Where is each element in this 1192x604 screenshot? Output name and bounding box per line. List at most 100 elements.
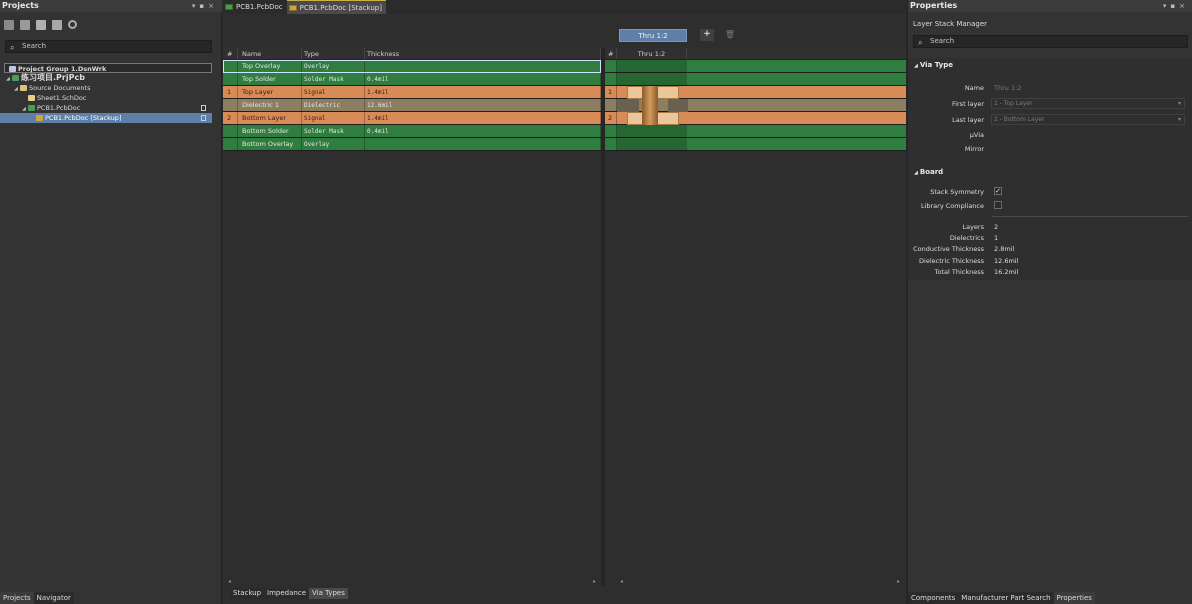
open-folder-icon[interactable] xyxy=(36,20,46,30)
scroll-left-arrow[interactable]: ◂ xyxy=(228,578,231,586)
stackup-doc-icon xyxy=(36,115,43,121)
library-compliance-checkbox[interactable] xyxy=(994,201,1002,209)
gear-icon[interactable] xyxy=(68,20,77,29)
layer-type: Solder Mask xyxy=(302,125,365,138)
properties-panel-header: Properties ▾▪× xyxy=(908,0,1192,12)
layer-row[interactable]: 2 Bottom Layer Signal 1.4mil xyxy=(223,112,601,125)
save-all-icon[interactable] xyxy=(20,20,30,30)
projects-search-input[interactable]: ⌕ Search xyxy=(5,40,212,53)
via-row[interactable] xyxy=(605,138,906,151)
projects-panel-header: Projects ▾▪× xyxy=(0,0,222,12)
layer-row[interactable]: Bottom Solder Solder Mask 0.4mil xyxy=(223,125,601,138)
projects-panel: Projects ▾▪× ⌕ Search Project Group 1.Ds… xyxy=(0,0,222,604)
layer-row[interactable]: Dielectric 1 Dielectric 12.6mil xyxy=(223,99,601,112)
properties-panel: Properties ▾▪× Layer Stack Manager ⌕ Sea… xyxy=(907,0,1192,604)
properties-subtitle: Layer Stack Manager xyxy=(913,20,988,28)
chevron-down-icon: ◢ xyxy=(914,170,918,176)
layer-thickness: 1.4mil xyxy=(365,112,601,125)
total-thickness: 16.2mil xyxy=(994,268,1019,276)
col-type[interactable]: Type xyxy=(302,48,365,60)
tree-item-project[interactable]: ◢ 练习项目.PrjPcb xyxy=(0,73,220,83)
chevron-down-icon: ▾ xyxy=(1177,116,1181,123)
projects-panel-title: Projects xyxy=(2,1,39,10)
layer-thickness: 0.4mil xyxy=(365,125,601,138)
via-column-header[interactable]: Thru 1:2 xyxy=(617,48,687,59)
stack-symmetry-checkbox[interactable]: ✓ xyxy=(994,187,1002,195)
pin-icon[interactable]: ▪ xyxy=(199,2,208,10)
search-icon: ⌕ xyxy=(918,38,923,47)
layer-row[interactable]: Top Overlay Overlay xyxy=(223,60,601,73)
workspace-icon xyxy=(9,66,16,72)
section-via-type[interactable]: ◢ Via Type xyxy=(914,61,953,69)
layer-name: Bottom Solder xyxy=(238,125,302,138)
save-icon[interactable] xyxy=(4,20,14,30)
layer-row[interactable]: Bottom Overlay Overlay xyxy=(223,138,601,151)
projects-bottom-tabs: Projects Navigator xyxy=(0,592,74,604)
via-dielectric-right xyxy=(668,99,688,112)
document-tabs: PCB1.PcbDoc PCB1.PcbDoc [Stackup] xyxy=(223,0,906,14)
close-icon[interactable]: × xyxy=(1179,2,1189,10)
tab-navigator[interactable]: Navigator xyxy=(34,592,74,604)
pcb-doc-icon xyxy=(28,105,35,111)
tree-item-stackup[interactable]: PCB1.PcbDoc [Stackup] xyxy=(0,113,212,123)
tree-item-project-group[interactable]: Project Group 1.DsnWrk xyxy=(4,63,212,73)
properties-search-input[interactable]: ⌕ Search xyxy=(913,35,1188,48)
chevron-down-icon: ◢ xyxy=(914,63,918,69)
layer-type: Solder Mask xyxy=(302,73,365,86)
tab-stackup-doc[interactable]: PCB1.PcbDoc [Stackup] xyxy=(286,0,386,14)
last-layer-select[interactable]: 2 - Bottom Layer ▾ xyxy=(991,114,1185,125)
layer-name: Bottom Overlay xyxy=(238,138,302,151)
col-num[interactable]: # xyxy=(223,48,238,60)
tab-impedance[interactable]: Impedance xyxy=(264,588,310,599)
chevron-down-icon: ▾ xyxy=(1177,100,1181,107)
delete-via-icon[interactable]: 🗑 xyxy=(724,29,736,41)
col-thickness[interactable]: Thickness xyxy=(365,48,601,60)
first-layer-select[interactable]: 1 - Top Layer ▾ xyxy=(991,98,1185,109)
add-via-button[interactable]: + xyxy=(700,29,714,41)
stackup-bottom-tabs: Stackup Impedance Via Types xyxy=(230,588,348,599)
tree-item-source-documents[interactable]: ◢ Source Documents xyxy=(0,83,220,93)
layer-grid: # Name Type Thickness Top Overlay Overla… xyxy=(223,48,601,151)
layer-name: Bottom Layer xyxy=(238,112,302,125)
via-scroll-right-arrow[interactable]: ▸ xyxy=(897,578,900,586)
layer-thickness: 1.4mil xyxy=(365,86,601,99)
col-name[interactable]: Name xyxy=(238,48,302,60)
schematic-doc-icon xyxy=(28,95,35,101)
via-name-field[interactable]: Thru 1:2 xyxy=(994,84,1021,92)
tree-item-pcbdoc[interactable]: ◢ PCB1.PcbDoc xyxy=(0,103,220,113)
layer-type: Overlay xyxy=(302,138,365,151)
layer-name: Top Layer xyxy=(238,86,302,99)
scroll-right-arrow[interactable]: ▸ xyxy=(593,578,596,586)
dielectrics-count: 1 xyxy=(994,234,999,242)
via-row[interactable] xyxy=(605,125,906,138)
layer-name: Top Overlay xyxy=(238,60,302,73)
layer-row[interactable]: Top Solder Solder Mask 0.4mil xyxy=(223,73,601,86)
via-dielectric-left xyxy=(617,99,639,112)
search-icon: ⌕ xyxy=(10,43,15,52)
tab-stackup[interactable]: Stackup xyxy=(230,588,265,599)
layer-type: Signal xyxy=(302,86,365,99)
via-scroll-left-arrow[interactable]: ◂ xyxy=(620,578,623,586)
layer-type: Signal xyxy=(302,112,365,125)
section-board[interactable]: ◢ Board xyxy=(914,168,943,176)
tab-via-types[interactable]: Via Types xyxy=(309,588,348,599)
tab-projects[interactable]: Projects xyxy=(0,592,34,604)
via-row[interactable] xyxy=(605,73,906,86)
tab-pcb-doc[interactable]: PCB1.PcbDoc xyxy=(223,0,287,14)
close-icon[interactable]: × xyxy=(208,2,218,10)
layer-row[interactable]: 1 Top Layer Signal 1.4mil xyxy=(223,86,601,99)
tab-manufacturer-part-search[interactable]: Manufacturer Part Search xyxy=(958,592,1053,604)
layer-grid-header: # Name Type Thickness xyxy=(223,48,601,60)
project-tree: Project Group 1.DsnWrk ◢ 练习项目.PrjPcb ◢ Sou… xyxy=(0,63,220,123)
layer-thickness xyxy=(365,60,601,73)
layer-name: Dielectric 1 xyxy=(238,99,302,112)
via-row[interactable] xyxy=(605,60,906,73)
pin-icon[interactable]: ▪ xyxy=(1170,2,1179,10)
tab-components[interactable]: Components xyxy=(908,592,958,604)
project-folder-icon[interactable] xyxy=(52,20,62,30)
via-type-header[interactable]: Thru 1:2 xyxy=(619,29,687,42)
tab-properties[interactable]: Properties xyxy=(1053,592,1095,604)
tree-item-schdoc[interactable]: Sheet1.SchDoc xyxy=(0,93,220,103)
layer-thickness: 0.4mil xyxy=(365,73,601,86)
properties-panel-title: Properties xyxy=(910,1,958,10)
